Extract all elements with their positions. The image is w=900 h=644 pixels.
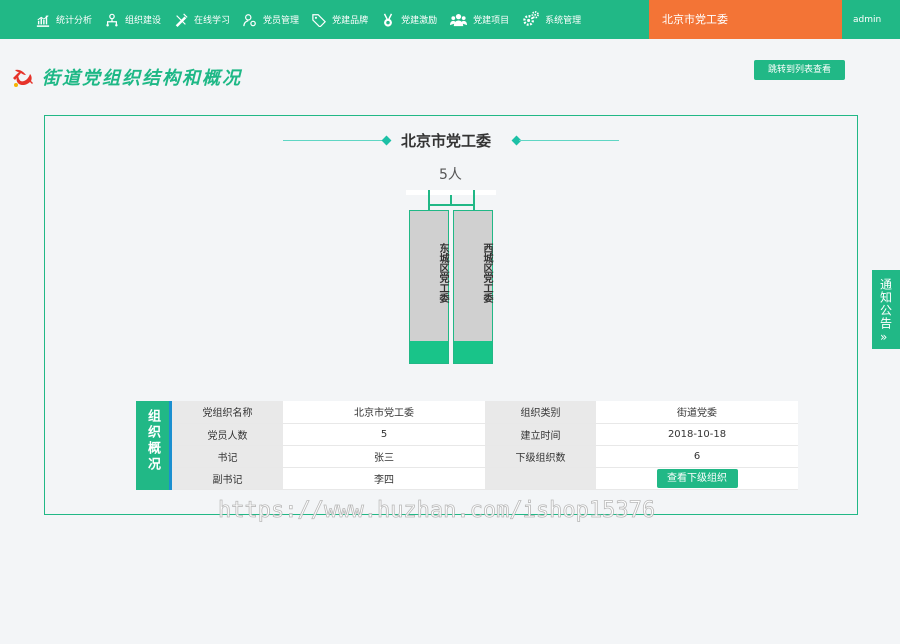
nav-label: 组织建设 <box>125 16 162 26</box>
overview-side-label: 组织概况 <box>136 401 172 490</box>
org-tree-icon <box>106 13 118 26</box>
tree-connector <box>428 204 475 206</box>
tag-icon <box>312 13 327 27</box>
field-label: 组织类别 <box>485 401 596 424</box>
main-nav: 统计分析 组织建设 在线学习 党员管理 党建品牌 党建激励 党建项目 系统管理 <box>36 0 594 39</box>
nav-item-system[interactable]: 系统管理 <box>522 11 581 28</box>
table-row: 书记 张三 下级组织数 6 <box>172 445 798 468</box>
table-row: 副书记 李四 查看下级组织 <box>172 467 798 490</box>
overview-table: 党组织名称 北京市党工委 组织类别 街道党委 党员人数 5 建立时间 2018-… <box>172 401 798 490</box>
title-divider-right <box>519 140 619 141</box>
nav-label: 在线学习 <box>194 16 231 26</box>
field-value: 李四 <box>283 467 485 490</box>
field-label: 建立时间 <box>485 423 596 446</box>
group-icon <box>450 14 468 27</box>
field-value: 5 <box>283 423 485 446</box>
nav-label: 党建品牌 <box>332 16 369 26</box>
field-value: 2018-10-18 <box>596 423 798 446</box>
field-value: 北京市党工委 <box>283 401 485 424</box>
party-emblem-icon <box>13 69 33 87</box>
nav-item-brand[interactable]: 党建品牌 <box>312 13 368 27</box>
table-row: 党员人数 5 建立时间 2018-10-18 <box>172 423 798 446</box>
child-org-node[interactable]: 西城区党工委 <box>453 210 493 364</box>
nav-label: 党员管理 <box>263 16 300 26</box>
nav-label: 党建项目 <box>473 16 510 26</box>
nav-label: 党建激励 <box>401 16 438 26</box>
nav-item-incentive[interactable]: 党建激励 <box>381 13 437 27</box>
structure-panel: 北京市党工委 5人 东城区党工委 西城区党工委 组织概况 党组织名称 北京市党工… <box>44 115 858 515</box>
field-label: 书记 <box>172 445 283 468</box>
nav-item-members[interactable]: 党员管理 <box>243 13 299 27</box>
title-diamond-left <box>381 135 392 146</box>
overview-label-text: 组织概况 <box>145 409 160 473</box>
nav-item-stats[interactable]: 统计分析 <box>36 13 92 27</box>
watermark-text: https://www.huzhan.com/ishop15376 <box>218 498 656 524</box>
title-divider-left <box>283 140 383 141</box>
user-name[interactable]: admin <box>853 0 881 39</box>
field-value: 6 <box>596 445 798 468</box>
field-value: 查看下级组织 <box>596 467 798 490</box>
user-gear-icon <box>243 13 256 26</box>
current-org-tab[interactable]: 北京市党工委 <box>649 0 842 39</box>
field-label: 党员人数 <box>172 423 283 446</box>
tree-connector <box>428 190 430 210</box>
notice-side-tab[interactable]: 通知公告 » <box>872 270 900 349</box>
top-nav-bar: 统计分析 组织建设 在线学习 党员管理 党建品牌 党建激励 党建项目 系统管理 <box>0 0 900 39</box>
gears-icon <box>523 11 540 26</box>
bar-chart-icon <box>36 14 50 27</box>
nav-label: 统计分析 <box>56 16 93 26</box>
child-org-label: 西城区党工委 <box>481 243 492 303</box>
field-label: 副书记 <box>172 467 283 490</box>
field-label <box>485 467 596 490</box>
member-count: 5人 <box>439 167 462 183</box>
tree-connector <box>473 190 475 210</box>
nav-item-projects[interactable]: 党建项目 <box>450 11 509 28</box>
medal-icon <box>383 13 393 27</box>
view-sub-orgs-button[interactable]: 查看下级组织 <box>656 468 738 488</box>
page-title: 街道党组织结构和概况 <box>42 68 242 89</box>
child-org-label: 东城区党工委 <box>437 243 448 303</box>
org-name-heading: 北京市党工委 <box>401 132 492 150</box>
child-org-footer <box>410 341 448 363</box>
jump-to-list-button[interactable]: 跳转到列表查看 <box>754 60 845 80</box>
field-value: 张三 <box>283 445 485 468</box>
table-row: 党组织名称 北京市党工委 组织类别 街道党委 <box>172 401 798 424</box>
nav-item-study[interactable]: 在线学习 <box>174 12 231 27</box>
child-org-node[interactable]: 东城区党工委 <box>409 210 449 364</box>
child-org-footer <box>454 341 492 363</box>
nav-item-org[interactable]: 组织建设 <box>105 13 161 27</box>
pen-tool-icon <box>175 12 188 27</box>
field-value: 街道党委 <box>596 401 798 424</box>
notice-label: 通知公告 <box>878 278 893 330</box>
field-label: 下级组织数 <box>485 445 596 468</box>
nav-label: 系统管理 <box>545 16 582 26</box>
field-label: 党组织名称 <box>172 401 283 424</box>
double-chevron-right-icon: » <box>880 330 888 344</box>
